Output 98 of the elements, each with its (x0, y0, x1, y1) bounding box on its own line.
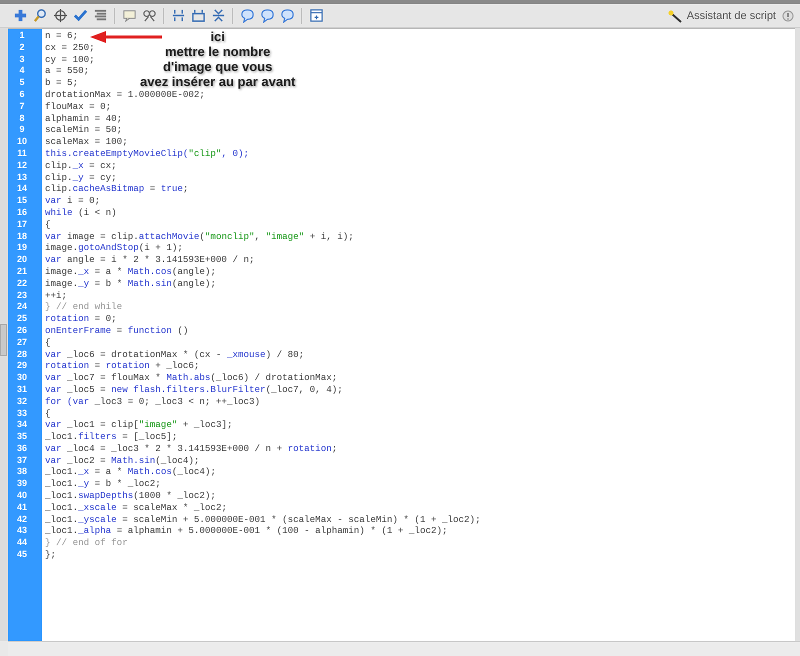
code-line: scaleMax = 100; (45, 136, 128, 148)
code-line: _loc1._xscale = scaleMax * _loc2; (45, 502, 227, 513)
line-number: 31 (16, 384, 28, 396)
line-number: 36 (16, 442, 28, 455)
code-line: _loc1.filters = [_loc5]; (45, 431, 178, 442)
code-line: var _loc4 = _loc3 * 2 * 3.141593E+000 / n + rotation; (45, 442, 338, 454)
code-line: var _loc5 = new flash.filters.BlurFilter(_loc7, 0, 4); (45, 384, 343, 395)
line-number: 38 (16, 466, 28, 478)
target-icon[interactable] (51, 6, 69, 24)
code-line: drotationMax = 1.000000E-002; (45, 88, 205, 100)
code-line: } // end while (45, 301, 122, 312)
code-line: var _loc7 = flouMax * Math.abs(_loc6) / drotationMax; (45, 372, 338, 384)
line-number: 6 (18, 88, 26, 101)
code-line: b = 5; (45, 77, 78, 88)
code-line: var _loc6 = drotationMax * (cx - _xmouse) / 80; (45, 348, 304, 360)
code-editor[interactable] (8, 28, 795, 641)
line-number: 35 (16, 431, 28, 443)
line-number: 28 (16, 348, 28, 360)
code-line: cy = 100; (45, 54, 95, 65)
line-number: 7 (18, 100, 26, 113)
code-line: n = 6; (45, 30, 78, 41)
line-number: 18 (16, 230, 28, 242)
code-line: for (var _loc3 = 0; _loc3 < n; ++_loc3) (45, 396, 260, 407)
collapse-handle[interactable] (0, 324, 7, 356)
search-icon[interactable] (31, 6, 49, 24)
code-line: var angle = i * 2 * 3.141593E+000 / n; (45, 254, 255, 266)
line-number: 24 (16, 301, 28, 314)
code-line: _loc1._x = a * Math.cos(_loc4); (45, 466, 216, 478)
code-line: cx = 250; (45, 42, 95, 53)
line-number: 16 (16, 206, 28, 219)
line-number: 15 (16, 195, 28, 207)
script-assistant-button[interactable]: Assistant de script (660, 8, 782, 22)
line-number: 5 (18, 77, 26, 89)
line-number: 9 (18, 124, 26, 136)
line-number: 25 (16, 313, 28, 325)
code-line: clip._x = cx; (45, 160, 117, 171)
code-line: _loc1._yscale = scaleMin + 5.000000E-001 * (scaleMax - scaleMin) * (1 + _loc2); (45, 514, 481, 525)
line-number: 14 (16, 183, 28, 196)
line-number: 19 (16, 242, 28, 254)
code-line: } // end of for (45, 537, 128, 548)
line-number: 41 (16, 502, 28, 514)
code-line: onEnterFrame = function () (45, 324, 188, 336)
code-line: clip._y = cy; (45, 172, 117, 183)
code-line: scaleMin = 50; (45, 124, 122, 136)
annotation-text: ici mettre le nombre d'image que vous avez insérer au par avant (140, 29, 296, 89)
code-line: var _loc1 = clip["image" + _loc3]; (45, 419, 232, 430)
code-line: rotation = 0; (45, 313, 117, 324)
code-line: }; (45, 549, 56, 560)
code-line: a = 550; (45, 65, 90, 76)
line-number: 3 (18, 54, 26, 66)
code-line: ++i; (45, 290, 68, 301)
line-number: 11 (16, 148, 28, 160)
code-line: { (45, 336, 51, 348)
code-line: var i = 0; (45, 195, 100, 206)
line-number: 34 (16, 419, 28, 432)
line-number: 26 (16, 324, 28, 337)
code-line: flouMax = 0; (45, 100, 112, 112)
line-number: 42 (16, 514, 28, 526)
line-number: 40 (16, 490, 28, 502)
code-line: image._y = b * Math.sin(angle); (45, 278, 216, 289)
line-number: 4 (18, 65, 26, 78)
line-number: 20 (16, 254, 28, 266)
code-line: while (i < n) (45, 206, 117, 218)
code-line: var _loc2 = Math.sin(_loc4); (45, 454, 200, 466)
code-line: clip.cacheAsBitmap = true; (45, 183, 188, 194)
line-number: 32 (16, 396, 28, 408)
line-number: 23 (16, 290, 28, 302)
code-line: { (45, 218, 51, 230)
line-number: 30 (16, 372, 28, 384)
code-line: var image = clip.attachMovie("monclip", "image" + i, i); (45, 230, 354, 242)
code-line: image._x = a * Math.cos(angle); (45, 266, 216, 277)
line-number: 13 (16, 172, 28, 184)
line-number: 12 (16, 160, 28, 172)
line-number: 43 (16, 525, 28, 538)
line-number: 44 (16, 537, 28, 550)
line-number: 37 (16, 454, 28, 466)
code-line: _loc1._alpha = alphamin + 5.000000E-001 * (100 - alphamin) * (1 + _loc2); (45, 525, 448, 536)
code-line: this.createEmptyMovieClip("clip", 0); (45, 148, 250, 159)
code-line: image.gotoAndStop(i + 1); (45, 242, 183, 254)
line-number: 10 (16, 136, 28, 148)
line-number: 27 (16, 336, 28, 349)
line-number: 39 (16, 478, 28, 490)
line-number: 45 (16, 549, 28, 561)
arrow-icon (90, 30, 162, 44)
code-line: _loc1._y = b * _loc2; (45, 478, 161, 490)
wand-icon (666, 8, 683, 22)
code-line: rotation = rotation + _loc6; (45, 360, 200, 372)
code-line: alphamin = 40; (45, 112, 122, 124)
line-number: 22 (16, 278, 28, 290)
code-line: { (45, 408, 51, 418)
line-number: 21 (16, 266, 28, 278)
line-number: 33 (16, 408, 28, 420)
line-number: 8 (18, 112, 26, 124)
line-number: 17 (16, 218, 28, 231)
line-number: 2 (18, 42, 26, 54)
line-number: 29 (16, 360, 28, 372)
code-line: _loc1.swapDepths(1000 * _loc2); (45, 490, 216, 502)
line-number: 1 (18, 30, 26, 42)
